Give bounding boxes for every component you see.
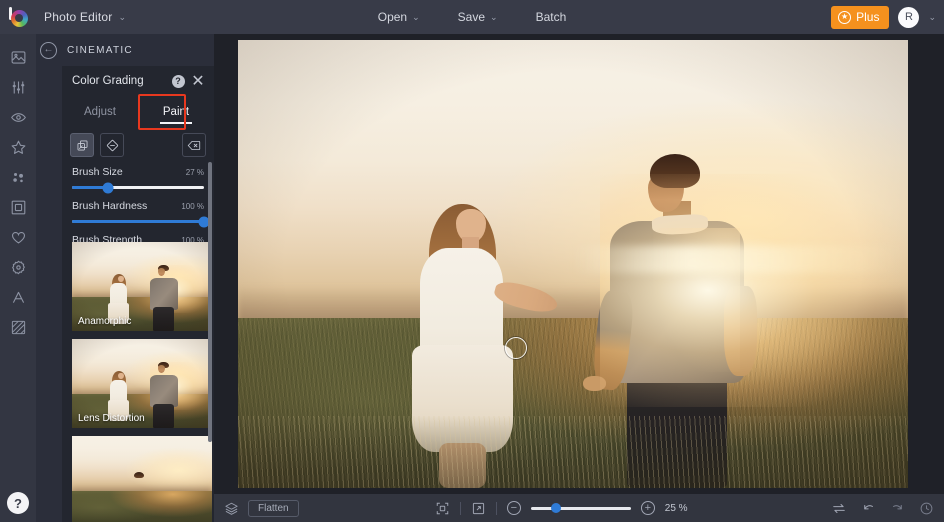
sidebar-item-frames[interactable]: [3, 192, 33, 222]
panel-header: ← CINEMATIC: [36, 34, 214, 66]
close-icon[interactable]: ✕: [190, 73, 206, 90]
card-title: Color Grading: [72, 75, 144, 87]
brush-hardness-value: 100 %: [181, 202, 204, 211]
star-badge-icon: ★: [838, 10, 852, 24]
card-header: Color Grading ? ✕: [62, 66, 214, 96]
clear-mask-button[interactable]: [182, 133, 206, 157]
brush-hardness-label: Brush Hardness: [72, 200, 148, 212]
sidebar-item-beautify[interactable]: [3, 222, 33, 252]
top-menu: Open ⌄ Save ⌄ Batch: [0, 0, 944, 34]
brush-size-label: Brush Size: [72, 166, 123, 178]
help-button[interactable]: ?: [7, 492, 29, 514]
panel-scrollbar[interactable]: [208, 162, 212, 442]
sun-streak: [573, 246, 908, 273]
bottom-bar-center: − + 25 %: [299, 501, 831, 516]
back-arrow-icon[interactable]: ←: [40, 41, 57, 59]
zoom-in-button[interactable]: +: [640, 501, 655, 515]
fit-to-screen-icon[interactable]: [435, 501, 450, 516]
zoom-out-button[interactable]: −: [506, 501, 521, 515]
compare-arrows-icon[interactable]: [831, 501, 847, 516]
app-title-menu[interactable]: Photo Editor ⌄: [36, 6, 134, 28]
preset-label: Lens Distortion: [78, 413, 145, 424]
zoom-slider[interactable]: [530, 503, 631, 513]
tab-adjust-label: Adjust: [84, 106, 116, 118]
sidebar-item-adjust[interactable]: [3, 72, 33, 102]
preset-item[interactable]: Anamorphic: [72, 242, 212, 331]
divider: [459, 501, 461, 515]
menu-open[interactable]: Open ⌄: [374, 6, 424, 28]
plus-label: Plus: [856, 10, 880, 24]
sidebar-item-overlays[interactable]: [3, 162, 33, 192]
panel-tabs: Adjust Paint: [62, 94, 214, 130]
brush-size-value: 27 %: [185, 168, 204, 177]
preset-item[interactable]: [72, 436, 212, 522]
preset-list: Anamorphic Lens Distortion: [62, 234, 214, 522]
canvas-area[interactable]: [214, 34, 944, 494]
tool-panel: ← CINEMATIC Color Grading ? ✕ Adjust Pai…: [36, 34, 214, 522]
left-icon-rail: ?: [0, 34, 36, 522]
sidebar-item-texture[interactable]: [3, 312, 33, 342]
help-icon[interactable]: ?: [170, 73, 186, 89]
menu-save-label: Save: [457, 10, 486, 24]
brush-tool-row: [62, 128, 214, 162]
top-bar-right: ★ Plus R ⌄: [831, 0, 936, 34]
chevron-down-icon: ⌄: [412, 11, 420, 22]
chevron-down-icon[interactable]: ⌄: [928, 12, 936, 22]
zoom-level-label: 25 %: [664, 502, 688, 514]
sidebar-item-text[interactable]: [3, 282, 33, 312]
divider: [495, 501, 497, 515]
sidebar-item-photo[interactable]: [3, 42, 33, 72]
sidebar-item-retouch[interactable]: [3, 102, 33, 132]
bottom-bar: Flatten − + 25 %: [214, 494, 944, 522]
sidebar-item-touchup[interactable]: [3, 252, 33, 282]
tab-paint-label: Paint: [162, 106, 190, 118]
tab-adjust[interactable]: Adjust: [62, 96, 138, 128]
flatten-button[interactable]: Flatten: [248, 499, 299, 517]
chevron-down-icon: ⌄: [118, 11, 127, 22]
layers-icon[interactable]: [224, 501, 239, 516]
brush-size-slider[interactable]: [72, 182, 204, 193]
eraser-tool[interactable]: [100, 133, 124, 157]
redo-icon[interactable]: [890, 501, 905, 516]
preset-label: Anamorphic: [78, 316, 132, 327]
menu-save[interactable]: Save ⌄: [454, 6, 502, 28]
menu-open-label: Open: [377, 10, 408, 24]
app-title-label: Photo Editor: [44, 10, 113, 24]
tab-paint[interactable]: Paint: [138, 96, 214, 128]
color-grading-card: Color Grading ? ✕ Adjust Paint Brush Siz…: [62, 66, 214, 522]
expand-icon[interactable]: [471, 501, 486, 516]
menu-batch-label: Batch: [535, 10, 567, 24]
app-logo: [0, 0, 36, 34]
edited-photo[interactable]: [238, 40, 908, 488]
brush-tool[interactable]: [70, 133, 94, 157]
brush-hardness-slider[interactable]: [72, 216, 210, 227]
bottom-bar-right: [831, 501, 934, 516]
bottom-bar-left: Flatten: [224, 499, 299, 517]
foreground-grass: [238, 416, 908, 488]
menu-batch[interactable]: Batch: [532, 6, 571, 28]
top-bar: Photo Editor ⌄ Open ⌄ Save ⌄ Batch ★ Plu…: [0, 0, 944, 34]
sidebar-item-effects[interactable]: [3, 132, 33, 162]
man-hand: [583, 376, 606, 392]
photo-editor-window: Photo Editor ⌄ Open ⌄ Save ⌄ Batch ★ Plu…: [0, 0, 944, 522]
photo-sky: [238, 40, 908, 327]
man-hair: [650, 154, 701, 188]
history-clock-icon[interactable]: [919, 501, 934, 516]
preset-item[interactable]: Lens Distortion: [72, 339, 212, 428]
chevron-down-icon: ⌄: [490, 11, 498, 22]
undo-icon[interactable]: [861, 501, 876, 516]
plus-upgrade-button[interactable]: ★ Plus: [831, 5, 890, 29]
avatar[interactable]: R: [898, 6, 920, 28]
panel-category-title: CINEMATIC: [67, 44, 133, 56]
